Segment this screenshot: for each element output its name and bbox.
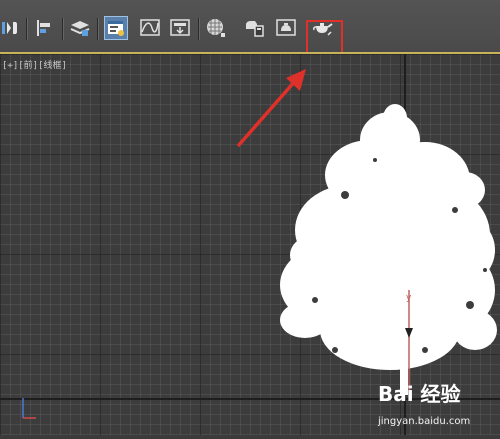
baidu-jingyan-watermark: Bai 经验 jingyan.baidu.com bbox=[378, 378, 498, 433]
mirror-icon bbox=[1, 17, 23, 39]
layer-manager-button[interactable] bbox=[68, 16, 92, 40]
toolbar-separator bbox=[97, 18, 98, 40]
material-editor-button[interactable] bbox=[204, 16, 228, 40]
viewport-label: [+][前][线框] bbox=[2, 58, 67, 71]
scene-explorer-button[interactable] bbox=[104, 16, 128, 40]
curve-editor-icon bbox=[139, 17, 161, 39]
layer-manager-icon bbox=[69, 17, 91, 39]
svg-text:y: y bbox=[406, 293, 412, 303]
render-button-highlight bbox=[306, 20, 343, 56]
schematic-view-button[interactable] bbox=[168, 16, 192, 40]
tree-object[interactable]: y bbox=[275, 100, 500, 404]
main-toolbar bbox=[0, 0, 500, 53]
watermark-logo: Bai 经验 bbox=[378, 382, 461, 406]
toolbar-separator bbox=[198, 18, 199, 40]
mirror-button[interactable] bbox=[0, 16, 24, 40]
render-setup-button[interactable] bbox=[242, 16, 266, 40]
toolbar-separator bbox=[26, 18, 27, 40]
align-icon bbox=[34, 17, 56, 39]
scene-explorer-icon bbox=[106, 18, 126, 38]
render-setup-icon bbox=[243, 17, 265, 39]
watermark-url: jingyan.baidu.com bbox=[378, 416, 471, 427]
rendered-frame-window-icon bbox=[275, 17, 297, 39]
toolbar-separator bbox=[62, 18, 63, 40]
align-button[interactable] bbox=[33, 16, 57, 40]
viewport-menu-plus[interactable]: [+] bbox=[2, 61, 18, 71]
viewport-point-of-view[interactable]: [前] bbox=[18, 58, 38, 71]
rendered-frame-window-button[interactable] bbox=[274, 16, 298, 40]
schematic-view-icon bbox=[169, 17, 191, 39]
viewport-shading-mode[interactable]: [线框] bbox=[38, 58, 67, 71]
curve-editor-button[interactable] bbox=[138, 16, 162, 40]
axis-gizmo bbox=[18, 396, 38, 439]
material-editor-icon bbox=[205, 17, 227, 39]
